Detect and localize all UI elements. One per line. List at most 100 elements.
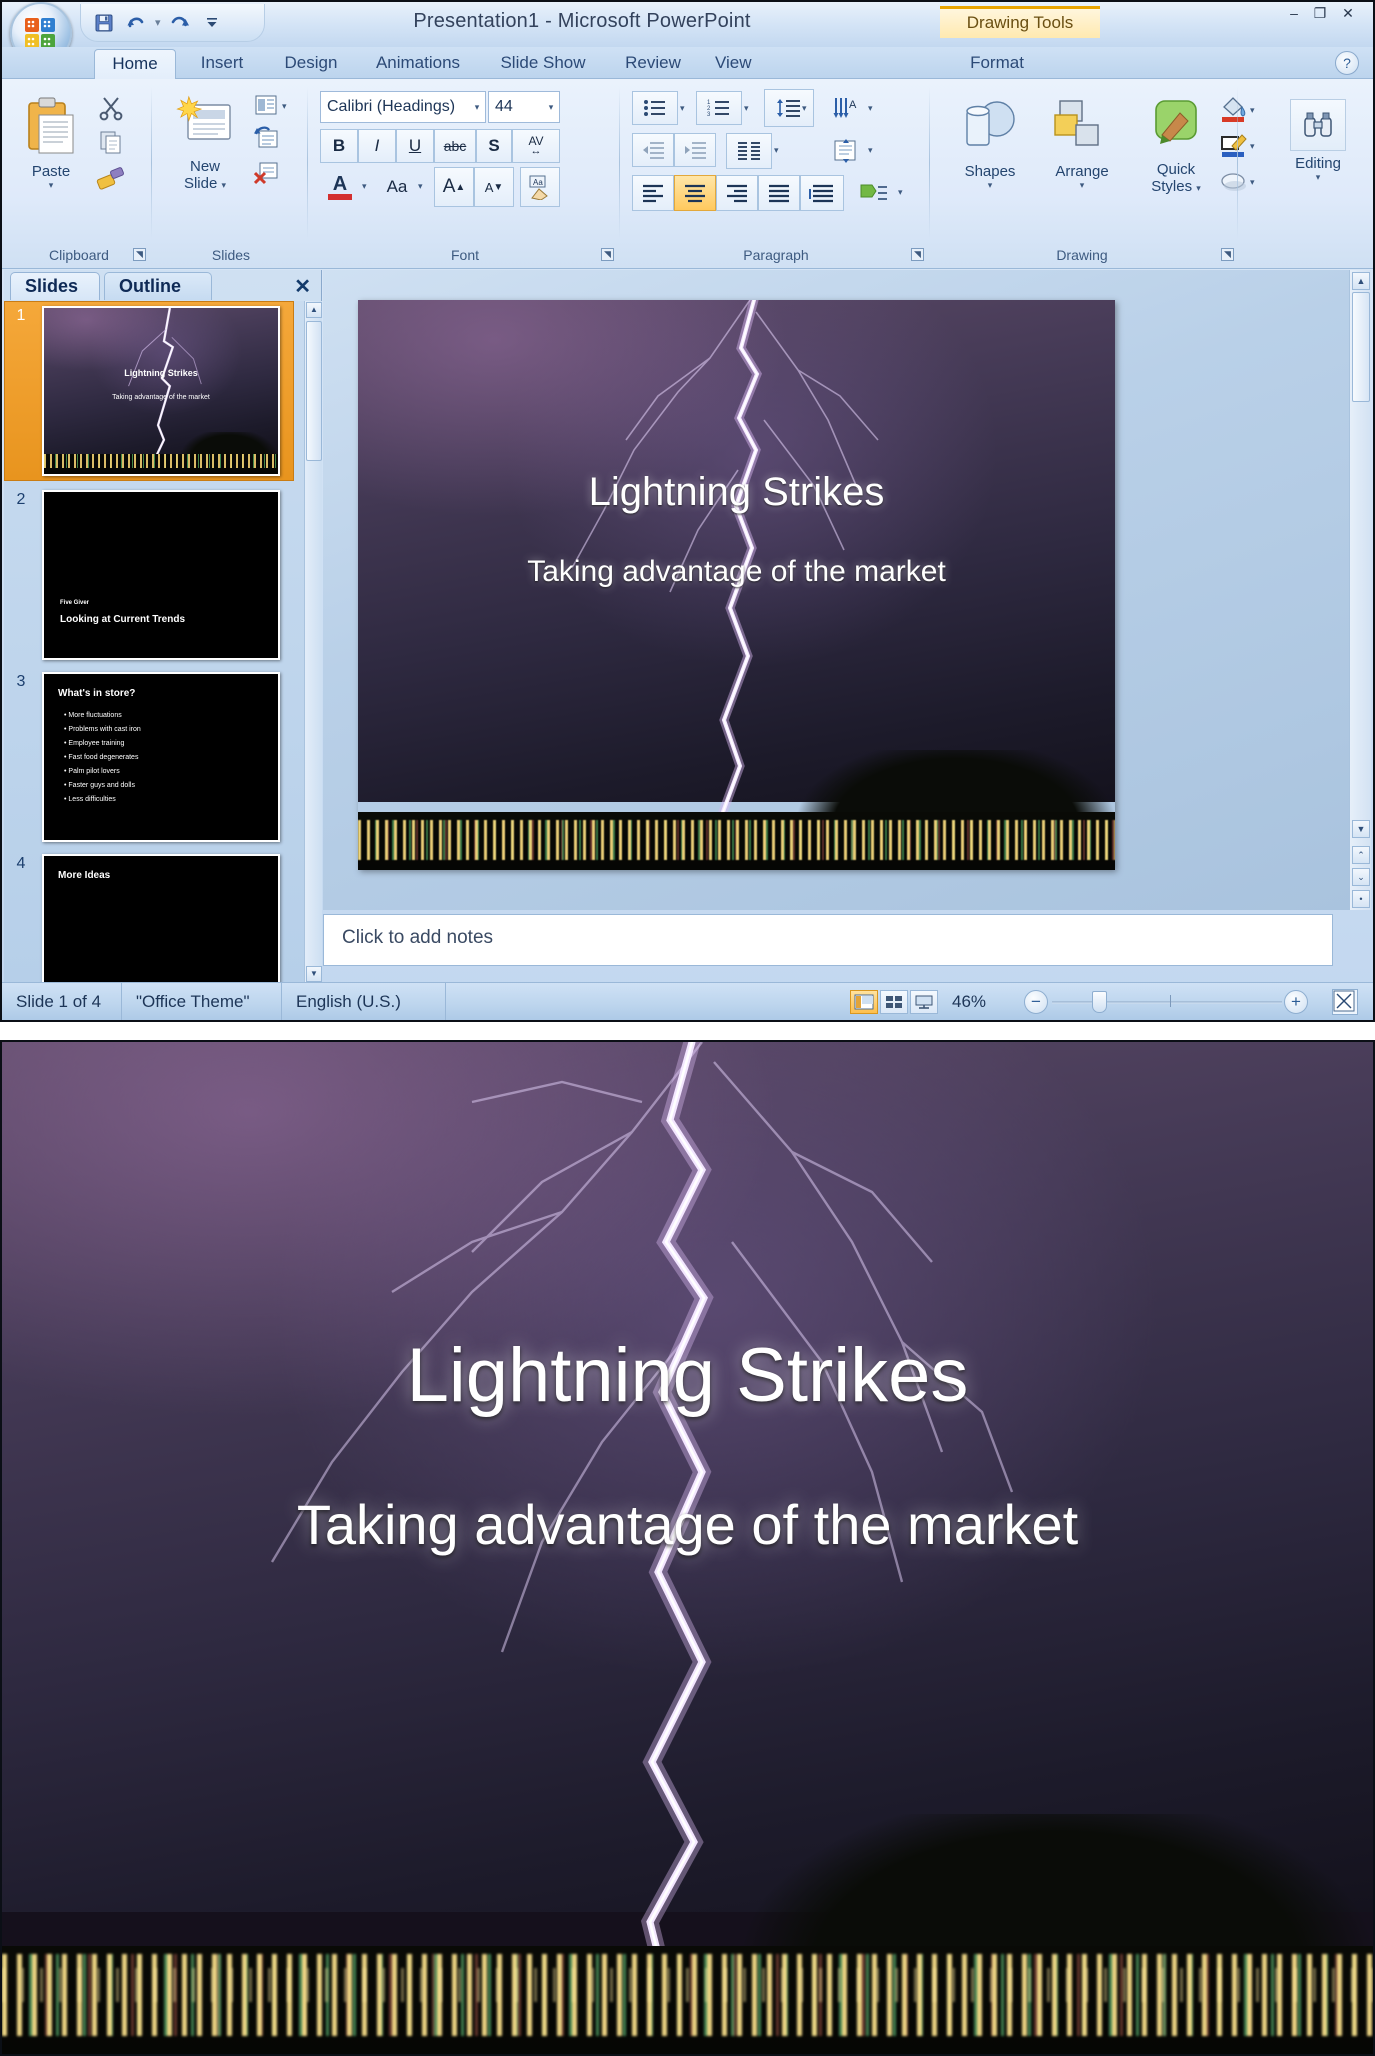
format-painter-button[interactable] xyxy=(96,165,126,198)
columns-caret[interactable]: ▾ xyxy=(774,145,779,156)
numbering-caret[interactable]: ▾ xyxy=(744,103,749,114)
notes-pane[interactable]: Click to add notes xyxy=(323,914,1333,966)
scroll-up-arrow-icon[interactable]: ▲ xyxy=(306,302,322,318)
font-name-combobox[interactable]: Calibri (Headings) ▾ xyxy=(320,91,486,123)
text-direction-caret[interactable]: ▾ xyxy=(868,103,873,114)
bold-button[interactable]: B xyxy=(320,129,358,163)
minimize-button[interactable]: – xyxy=(1283,5,1305,23)
tab-home[interactable]: Home xyxy=(94,49,176,79)
underline-button[interactable]: U xyxy=(396,129,434,163)
normal-view-button[interactable] xyxy=(850,990,878,1014)
slide-thumbnail-2[interactable]: Five Giver Looking at Current Trends xyxy=(42,490,280,660)
align-text-button[interactable] xyxy=(824,133,868,169)
slide-thumbnail-1[interactable]: Lightning Strikes Taking advantage of th… xyxy=(42,306,280,476)
clipboard-dialog-launcher[interactable]: ◥ xyxy=(133,248,146,261)
cut-button[interactable] xyxy=(98,95,124,126)
slide-layout-caret[interactable]: ▾ xyxy=(282,101,287,112)
tab-slides[interactable]: Slides xyxy=(10,272,100,300)
bullets-caret[interactable]: ▾ xyxy=(680,103,685,114)
delete-slide-button[interactable] xyxy=(253,159,280,190)
theme-name[interactable]: "Office Theme" xyxy=(122,983,282,1020)
numbering-button[interactable]: 1 2 3 xyxy=(696,91,742,125)
font-dialog-launcher[interactable]: ◥ xyxy=(601,248,614,261)
slide-thumbnail-4[interactable]: More Ideas xyxy=(42,854,280,983)
scroll-down-arrow-icon[interactable]: ▼ xyxy=(306,966,322,982)
zoom-in-button[interactable]: + xyxy=(1284,990,1308,1014)
slide-sorter-view-button[interactable] xyxy=(880,990,908,1014)
slide-subtitle[interactable]: Taking advantage of the market xyxy=(358,555,1115,589)
undo-dropdown-caret[interactable]: ▾ xyxy=(155,16,161,29)
character-spacing-button[interactable]: AV ↔ xyxy=(512,129,560,163)
align-right-button[interactable] xyxy=(716,175,758,211)
align-left-button[interactable] xyxy=(632,175,674,211)
change-case-caret[interactable]: ▾ xyxy=(418,181,423,192)
close-button[interactable]: ✕ xyxy=(1337,5,1359,23)
smartart-caret[interactable]: ▾ xyxy=(898,187,903,198)
shape-outline-caret[interactable]: ▾ xyxy=(1250,141,1255,152)
previous-slide-button[interactable]: ⌃ xyxy=(1352,846,1370,864)
paste-caret[interactable]: ▾ xyxy=(12,180,90,191)
copy-button[interactable] xyxy=(98,129,124,160)
tab-outline[interactable]: Outline xyxy=(104,272,212,300)
text-direction-button[interactable]: A xyxy=(824,89,868,127)
shapes-caret[interactable]: ▾ xyxy=(944,180,1036,191)
font-color-caret[interactable]: ▾ xyxy=(362,181,367,192)
change-case-button[interactable]: Aa xyxy=(376,167,418,207)
new-slide-caret[interactable]: ▾ xyxy=(222,180,227,190)
slide-navigation-dot[interactable]: • xyxy=(1352,890,1370,908)
justify-button[interactable] xyxy=(758,175,800,211)
shrink-font-button[interactable]: A ▼ xyxy=(474,167,514,207)
paragraph-dialog-launcher[interactable]: ◥ xyxy=(911,248,924,261)
new-slide-button[interactable]: New Slide ▾ xyxy=(162,95,248,192)
quick-styles-caret[interactable]: ▾ xyxy=(1196,183,1201,193)
current-slide[interactable]: Lightning Strikes Taking advantage of th… xyxy=(358,300,1115,870)
font-size-combobox[interactable]: 44 ▾ xyxy=(488,91,560,123)
zoom-slider-handle[interactable] xyxy=(1092,991,1107,1013)
convert-to-smartart-button[interactable] xyxy=(852,175,896,211)
slide-title[interactable]: Lightning Strikes xyxy=(358,470,1115,515)
clear-formatting-button[interactable]: Aa xyxy=(520,167,560,207)
zoom-slider-track[interactable] xyxy=(1052,1001,1282,1004)
align-text-caret[interactable]: ▾ xyxy=(868,145,873,156)
language-indicator[interactable]: English (U.S.) xyxy=(282,983,446,1020)
align-center-button[interactable] xyxy=(674,175,716,211)
slide-layout-button[interactable] xyxy=(254,93,278,122)
italic-button[interactable]: I xyxy=(358,129,396,163)
tab-design[interactable]: Design xyxy=(270,49,352,79)
shape-effects-button[interactable] xyxy=(1220,169,1248,200)
text-shadow-button[interactable]: S xyxy=(476,129,512,163)
next-slide-button[interactable]: ⌄ xyxy=(1352,868,1370,886)
font-name-caret[interactable]: ▾ xyxy=(469,102,485,113)
shape-outline-button[interactable] xyxy=(1218,131,1248,166)
increase-indent-button[interactable] xyxy=(674,133,716,167)
tab-format[interactable]: Format xyxy=(952,49,1042,79)
line-spacing-caret[interactable]: ▾ xyxy=(802,103,807,114)
quick-styles-button[interactable]: Quick Styles ▾ xyxy=(1128,97,1224,195)
zoom-out-button[interactable]: − xyxy=(1024,990,1048,1014)
scroll-up-arrow-icon[interactable]: ▲ xyxy=(1352,272,1370,290)
table-row[interactable]: 2 Five Giver Looking at Current Trends xyxy=(4,485,304,665)
shape-fill-button[interactable] xyxy=(1218,95,1248,130)
arrange-button[interactable]: Arrange ▾ xyxy=(1036,97,1128,191)
scrollbar-thumb[interactable] xyxy=(306,321,322,461)
tab-animations[interactable]: Animations xyxy=(360,49,476,79)
tab-view[interactable]: View xyxy=(702,49,764,79)
editing-button[interactable]: Editing ▾ xyxy=(1278,99,1358,183)
columns-button[interactable] xyxy=(726,133,772,169)
font-color-button[interactable]: A xyxy=(320,167,360,207)
shapes-button[interactable]: Shapes ▾ xyxy=(944,97,1036,191)
close-panel-button[interactable]: ✕ xyxy=(294,274,311,299)
drawing-dialog-launcher[interactable]: ◥ xyxy=(1221,248,1234,261)
customize-quick-access-button[interactable] xyxy=(199,10,225,36)
shape-effects-caret[interactable]: ▾ xyxy=(1250,177,1255,188)
scroll-down-arrow-icon[interactable]: ▼ xyxy=(1352,820,1370,838)
scrollbar-thumb[interactable] xyxy=(1352,292,1370,402)
help-icon[interactable]: ? xyxy=(1335,51,1359,75)
table-row[interactable]: 3 What's in store? • More fluctuations •… xyxy=(4,667,304,847)
decrease-indent-button[interactable] xyxy=(632,133,674,167)
shape-fill-caret[interactable]: ▾ xyxy=(1250,105,1255,116)
fit-slide-to-window-button[interactable] xyxy=(1332,989,1358,1015)
tab-slide-show[interactable]: Slide Show xyxy=(482,49,604,79)
save-button[interactable] xyxy=(91,10,117,36)
table-row[interactable]: 4 More Ideas xyxy=(4,849,304,983)
